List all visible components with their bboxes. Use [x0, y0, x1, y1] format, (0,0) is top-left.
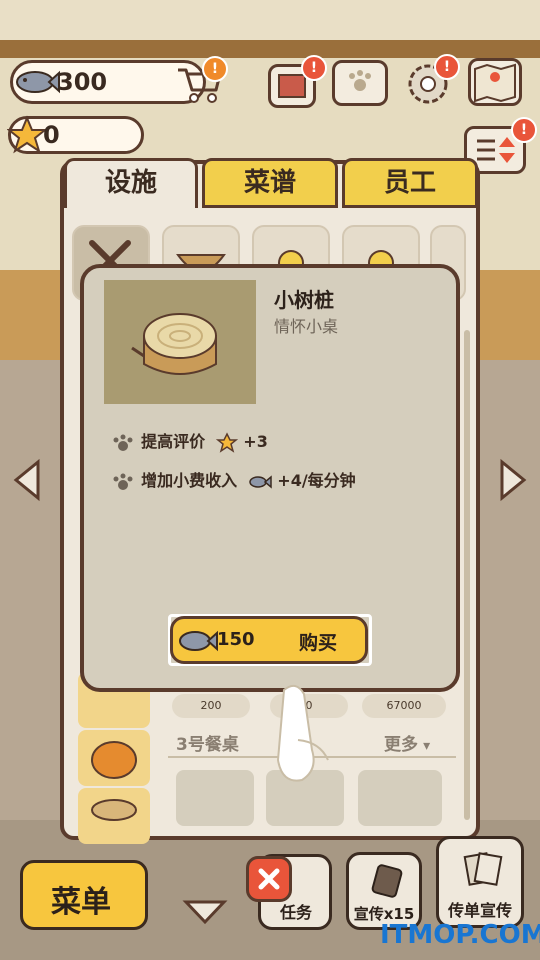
shop-cart-button[interactable]: !: [174, 56, 228, 104]
tab-recipes[interactable]: 菜谱: [202, 158, 338, 208]
flyer-label: 传单宣传: [447, 901, 512, 920]
flyer-icon: [463, 852, 503, 886]
recipe-book-button[interactable]: [332, 60, 388, 106]
facility-thumb-stump[interactable]: [78, 788, 150, 844]
effect-row-rating: 提高评价 +3: [110, 428, 268, 454]
star-icon: [7, 115, 47, 154]
paw-book-icon: [349, 70, 371, 91]
price-chip-3: 67000: [362, 694, 446, 718]
tab-facilities[interactable]: 设施: [64, 158, 198, 208]
paw-icon: [113, 473, 133, 490]
buy-label: 购买: [299, 632, 338, 654]
fish-icon: [249, 474, 272, 489]
list-scrollbar[interactable]: [464, 330, 470, 820]
item-title: 小树桩: [274, 288, 334, 312]
menu-button[interactable]: 菜单: [20, 860, 148, 930]
paw-icon: [113, 434, 133, 451]
more-button[interactable]: 更多 ▾: [384, 730, 430, 755]
watermark: ITMOP.COM: [380, 920, 540, 950]
stump-icon: [91, 799, 137, 821]
sort-alert-badge: !: [511, 117, 537, 143]
table-option-1[interactable]: [176, 770, 254, 826]
mail-button[interactable]: !: [268, 55, 327, 108]
promote-button[interactable]: 宣传x15: [346, 852, 422, 930]
pumpkin-icon: [91, 741, 137, 779]
effect-label: 提高评价: [141, 432, 206, 451]
map-icon: [474, 63, 516, 103]
fish-amount: 300: [57, 68, 108, 96]
star-amount: 0: [43, 121, 60, 149]
buy-price: 150: [217, 629, 255, 650]
settings-alert-badge: !: [434, 54, 460, 80]
tab-staff[interactable]: 员工: [342, 158, 478, 208]
ceiling-beam: [0, 40, 540, 58]
price-chip-1: 200: [172, 694, 250, 718]
table-option-3[interactable]: [358, 770, 442, 826]
effect-value: +3: [243, 432, 268, 451]
fish-icon: [179, 630, 218, 652]
chevron-down-icon: ▾: [423, 738, 431, 754]
buy-button[interactable]: 150 购买: [170, 616, 368, 664]
fish-icon: [16, 70, 60, 94]
item-image: [104, 280, 256, 404]
close-icon: [258, 868, 280, 890]
more-label: 更多: [384, 735, 418, 755]
price-value: 67000: [386, 699, 422, 712]
star-currency-pill: 0: [7, 115, 144, 154]
settings-button[interactable]: !: [404, 54, 460, 108]
prev-arrow-icon[interactable]: [10, 458, 44, 502]
tutorial-hand-icon: [276, 684, 329, 782]
effect-label: 增加小费收入: [141, 471, 238, 490]
next-arrow-icon[interactable]: [496, 458, 530, 502]
poster-icon: [371, 864, 403, 898]
item-subtitle: 情怀小桌: [274, 317, 339, 336]
price-value: 200: [200, 699, 222, 712]
facility-thumb-pumpkin[interactable]: [78, 730, 150, 786]
star-icon: [216, 431, 239, 453]
effect-value: +4/每分钟: [277, 471, 356, 490]
mail-alert-badge: !: [301, 55, 327, 81]
section-title: 3号餐桌: [176, 735, 239, 755]
effect-row-tips: 增加小费收入 +4/每分钟: [110, 467, 356, 493]
cart-alert-badge: !: [202, 56, 228, 82]
close-button[interactable]: [246, 856, 292, 902]
collapse-arrow-icon[interactable]: [182, 898, 228, 926]
flyer-button[interactable]: 传单宣传: [436, 836, 524, 928]
tree-stump-icon: [131, 313, 217, 375]
map-button[interactable]: [468, 58, 522, 106]
menu-label: 菜单: [51, 885, 111, 920]
